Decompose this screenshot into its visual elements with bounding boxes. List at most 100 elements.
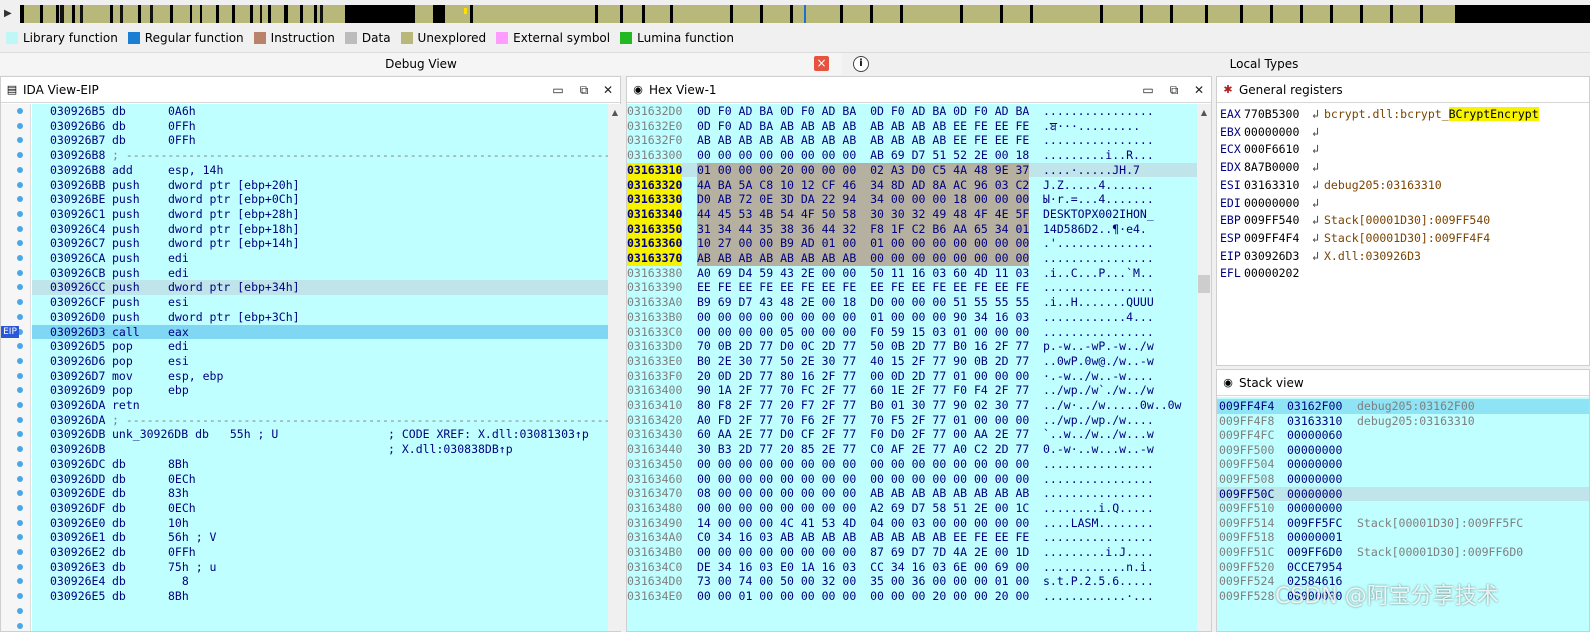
hex-row[interactable]: 03163420 A0 FD 2F 77 70 F6 2F 77 70 F5 2F… bbox=[627, 413, 1197, 428]
stack-row[interactable]: 009FF50C 00000000 bbox=[1217, 486, 1589, 502]
hex-row[interactable]: 03163460 00 00 00 00 00 00 00 00 00 00 00… bbox=[627, 472, 1197, 487]
register-list[interactable]: EAX 770B5300 ↲ bcrypt.dll:bcrypt_BCryptEncr… bbox=[1217, 104, 1589, 365]
code-line[interactable]: 030926C1 push dword ptr [ebp+28h] bbox=[32, 207, 608, 222]
code-line[interactable]: 030926E4 db 8 bbox=[32, 574, 608, 589]
hex-row[interactable]: 03163320 4A BA 5A C8 10 12 CF 46 34 8D AD… bbox=[627, 177, 1197, 193]
register-value[interactable]: 009FF4F4 bbox=[1244, 230, 1299, 248]
minimize-icon[interactable]: ▭ bbox=[1139, 81, 1157, 99]
stack-row[interactable]: 009FF504 00000000 bbox=[1217, 457, 1589, 472]
register-value[interactable]: 009FF540 bbox=[1244, 212, 1299, 230]
register-value[interactable]: 770B5300 bbox=[1244, 106, 1299, 124]
hex-row[interactable]: 031633B0 00 00 00 00 00 00 00 00 01 00 00… bbox=[627, 310, 1197, 325]
minimize-icon[interactable]: ▭ bbox=[549, 81, 567, 99]
jump-arrow-icon[interactable]: ↲ bbox=[1312, 124, 1319, 142]
hex-row[interactable]: 031632D0 0D F0 AD BA 0D F0 AD BA 0D F0 AD… bbox=[627, 104, 1197, 119]
stack-row[interactable]: 009FF508 00000000 bbox=[1217, 472, 1589, 487]
code-line[interactable]: 030926CA push edi bbox=[32, 251, 608, 266]
stack-row[interactable]: 009FF520 0CCE7954 bbox=[1217, 560, 1589, 575]
jump-arrow-icon[interactable]: ↲ bbox=[1312, 159, 1319, 177]
scroll-up-icon[interactable]: ▲ bbox=[1197, 106, 1211, 120]
code-line[interactable]: 030926B6 db 0FFh bbox=[32, 119, 608, 134]
hex-row[interactable]: 031632E0 0D F0 AD BA AB AB AB AB AB AB AB… bbox=[627, 119, 1197, 134]
code-line[interactable]: 030926DB unk_30926DB db 55h ; U ; CODE XRE… bbox=[32, 427, 608, 442]
code-line[interactable]: 030926E2 db 0FFh bbox=[32, 545, 608, 560]
code-line[interactable]: 030926BE push dword ptr [ebp+0Ch] bbox=[32, 192, 608, 207]
register-value[interactable]: 8A7B0000 bbox=[1244, 159, 1299, 177]
restore-icon[interactable]: ⧉ bbox=[1165, 81, 1183, 99]
hex-dump[interactable]: 031632D0 0D F0 AD BA 0D F0 AD BA 0D F0 AD… bbox=[627, 104, 1197, 631]
code-line[interactable]: 030926DF db 0ECh bbox=[32, 501, 608, 516]
jump-arrow-icon[interactable]: ↲ bbox=[1312, 195, 1319, 213]
code-line[interactable]: 030926CB push edi bbox=[32, 266, 608, 281]
stack-row[interactable]: 009FF4F4 03162F00 debug205:03162F00 bbox=[1217, 399, 1589, 414]
code-line[interactable]: 030926D5 pop edi bbox=[32, 339, 608, 354]
jump-arrow-icon[interactable]: ↲ bbox=[1312, 248, 1319, 266]
code-line[interactable]: 030926BB push dword ptr [ebp+20h] bbox=[32, 178, 608, 193]
close-icon[interactable]: ✕ bbox=[599, 81, 617, 99]
register-value[interactable]: 000F6610 bbox=[1244, 141, 1299, 159]
register-value[interactable]: 030926D3 bbox=[1244, 248, 1299, 266]
jump-arrow-icon[interactable]: ↲ bbox=[1312, 177, 1319, 195]
hex-row[interactable]: 031633C0 00 00 00 00 05 00 00 00 F0 59 15… bbox=[627, 325, 1197, 340]
code-line[interactable]: 030926DB ; X.dll:030838DB↑p bbox=[32, 442, 608, 457]
code-line[interactable]: 030926DD db 0ECh bbox=[32, 472, 608, 487]
hex-row[interactable]: 03163480 00 00 00 00 00 00 00 00 A2 69 D7… bbox=[627, 501, 1197, 516]
close-icon[interactable]: ✕ bbox=[1190, 81, 1208, 99]
hex-row[interactable]: 03163450 00 00 00 00 00 00 00 00 00 00 00… bbox=[627, 457, 1197, 472]
register-value[interactable]: 00000202 bbox=[1244, 265, 1299, 283]
vertical-scrollbar[interactable]: ▲ bbox=[1197, 104, 1211, 631]
code-line[interactable]: 030926DE db 83h bbox=[32, 486, 608, 501]
hex-row[interactable]: 03163490 14 00 00 00 4C 41 53 4D 04 00 03… bbox=[627, 516, 1197, 531]
hex-row[interactable]: 03163440 30 B3 2D 77 20 85 2E 77 C0 AF 2E… bbox=[627, 442, 1197, 457]
hex-row[interactable]: 03163360 10 27 00 00 B9 AD 01 00 01 00 00… bbox=[627, 236, 1197, 251]
jump-arrow-icon[interactable]: ↲ bbox=[1312, 141, 1319, 159]
stack-row[interactable]: 009FF51C 009FF6D0 Stack[00001D30]:009FF6D0 bbox=[1217, 545, 1589, 560]
code-line[interactable]: 030926D9 pop ebp bbox=[32, 383, 608, 398]
scroll-thumb[interactable] bbox=[1198, 275, 1210, 293]
hex-row[interactable]: 03163410 80 F8 2F 77 20 F7 2F 77 B0 01 30… bbox=[627, 398, 1197, 413]
hex-row[interactable]: 03163390 EE FE EE FE EE FE EE FE EE FE EE… bbox=[627, 280, 1197, 295]
hex-row[interactable]: 03163370 AB AB AB AB AB AB AB AB 00 00 00… bbox=[627, 251, 1197, 266]
code-line[interactable]: 030926E3 db 75h ; u bbox=[32, 560, 608, 575]
info-icon[interactable]: i bbox=[853, 56, 869, 72]
stack-row[interactable]: 009FF514 009FF5FC Stack[00001D30]:009FF5FC bbox=[1217, 516, 1589, 531]
code-line[interactable]: 030926C4 push dword ptr [ebp+18h] bbox=[32, 222, 608, 237]
tab-debug-view[interactable]: Debug View bbox=[0, 53, 842, 75]
hex-row[interactable]: 03163470 08 00 00 00 00 00 00 00 AB AB AB… bbox=[627, 486, 1197, 501]
hex-row[interactable]: 03163380 A0 69 D4 59 43 2E 00 00 50 11 16… bbox=[627, 266, 1197, 281]
scroll-up-icon[interactable]: ▲ bbox=[608, 106, 622, 120]
jump-arrow-icon[interactable]: ↲ bbox=[1312, 230, 1319, 248]
stack-row[interactable]: 009FF4F8 03163310 debug205:03163310 bbox=[1217, 414, 1589, 429]
code-line[interactable]: 030926C7 push dword ptr [ebp+14h] bbox=[32, 236, 608, 251]
register-value[interactable]: 00000000 bbox=[1244, 195, 1299, 213]
hex-row[interactable]: 03163300 00 00 00 00 00 00 00 00 AB 69 D7… bbox=[627, 148, 1197, 163]
hex-row[interactable]: 031633D0 70 0B 2D 77 D0 0C 2D 77 50 0B 2D… bbox=[627, 339, 1197, 354]
hex-row[interactable]: 03163350 31 34 44 35 38 36 44 32 F8 1F C2… bbox=[627, 221, 1197, 237]
disassembly-listing[interactable]: 030926B5 db 0A6h 030926B6 db 0FFh 030926B7 db 0F… bbox=[32, 104, 608, 631]
code-line[interactable]: 030926DA retn bbox=[32, 398, 608, 413]
stack-row[interactable]: 009FF500 00000000 bbox=[1217, 443, 1589, 458]
code-line[interactable]: 030926E0 db 10h bbox=[32, 516, 608, 531]
hex-row[interactable]: 031634D0 73 00 74 00 50 00 32 00 35 00 36… bbox=[627, 574, 1197, 589]
code-line[interactable]: 030926B8 ; ------------------------------… bbox=[32, 148, 608, 163]
hex-row[interactable]: 031634E0 00 00 01 00 00 00 00 00 00 00 00… bbox=[627, 589, 1197, 604]
jump-arrow-icon[interactable]: ↲ bbox=[1312, 212, 1319, 230]
hex-row[interactable]: 03163340 44 45 53 4B 54 4F 50 58 30 30 32… bbox=[627, 206, 1197, 222]
code-line[interactable]: 030926DC db 8Bh bbox=[32, 457, 608, 472]
hex-row[interactable]: 031634A0 C0 34 16 03 AB AB AB AB AB AB AB… bbox=[627, 530, 1197, 545]
hex-row[interactable]: 03163400 90 1A 2F 77 70 FC 2F 77 60 1E 2F… bbox=[627, 383, 1197, 398]
hex-row[interactable]: 031633F0 20 0D 2D 77 80 16 2F 77 00 0D 2D… bbox=[627, 369, 1197, 384]
tab-local-types[interactable]: Local Types bbox=[944, 53, 1584, 75]
navigation-bar[interactable] bbox=[20, 5, 1590, 23]
code-line[interactable]: 030926D0 push dword ptr [ebp+3Ch] bbox=[32, 310, 608, 325]
navigation-band[interactable]: ▶ bbox=[0, 0, 1590, 28]
hex-row[interactable]: 03163310 01 00 00 00 20 00 00 00 02 A3 D0… bbox=[627, 162, 1197, 178]
hex-row[interactable]: 031634C0 DE 34 16 03 E0 1A 16 03 CC 34 16… bbox=[627, 560, 1197, 575]
code-line[interactable]: 030926D7 mov esp, ebp bbox=[32, 369, 608, 384]
code-line[interactable]: 030926B5 db 0A6h bbox=[32, 104, 608, 119]
restore-icon[interactable]: ⧉ bbox=[575, 81, 593, 99]
hex-row[interactable]: 03163330 D0 AB 72 0E 3D DA 22 94 34 00 00… bbox=[627, 192, 1197, 207]
code-line[interactable]: 030926DA ; ------------------------------… bbox=[32, 413, 608, 428]
code-line[interactable]: 030926E5 db 8Bh bbox=[32, 589, 608, 604]
code-line[interactable]: 030926B8 add esp, 14h bbox=[32, 163, 608, 178]
